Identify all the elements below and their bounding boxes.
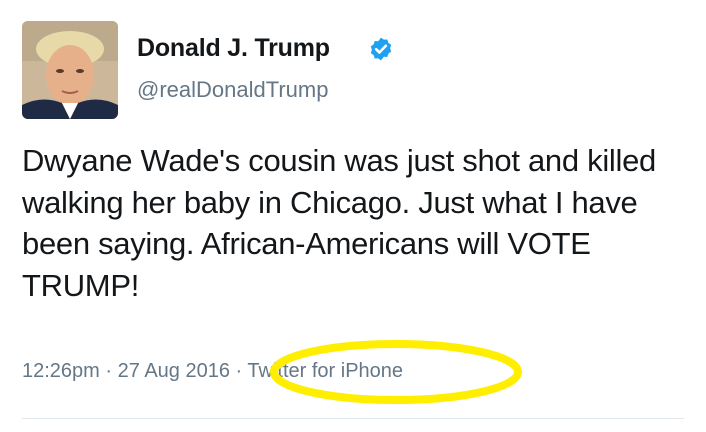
- avatar-image: [22, 21, 118, 119]
- tweet-card: Donald J. Trump @realDonaldTrump Dwyane …: [0, 0, 706, 432]
- tweet-date[interactable]: 27 Aug 2016: [118, 360, 230, 382]
- tweet-metadata: 12:26pm · 27 Aug 2016 · Twitter for iPho…: [22, 360, 403, 383]
- meta-separator: ·: [235, 360, 243, 382]
- meta-separator: ·: [105, 360, 113, 382]
- tweet-source[interactable]: Twitter for iPhone: [247, 360, 403, 382]
- tweet-time[interactable]: 12:26pm: [22, 360, 100, 382]
- screen-name[interactable]: @realDonaldTrump: [137, 77, 328, 103]
- divider: [22, 418, 684, 419]
- display-name[interactable]: Donald J. Trump: [137, 34, 330, 63]
- verified-badge-icon: [370, 37, 392, 61]
- tweet-text: Dwyane Wade's cousin was just shot and k…: [22, 143, 656, 303]
- avatar[interactable]: [22, 21, 118, 119]
